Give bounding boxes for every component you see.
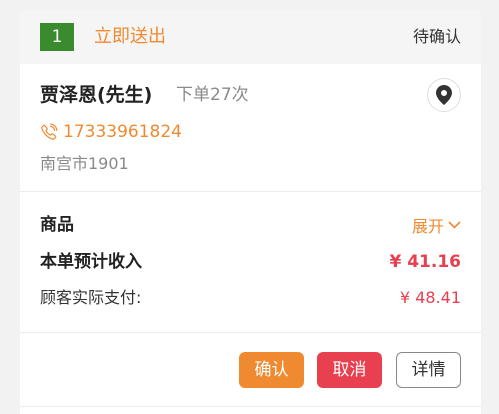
- order-status: 待确认: [412, 27, 461, 46]
- customer-address: 南宫市1901: [40, 154, 129, 173]
- detail-button[interactable]: 详情: [396, 352, 461, 388]
- phone-link[interactable]: 17333961824: [40, 118, 182, 146]
- income-value: ¥ 41.16: [389, 252, 461, 272]
- customer-order-count: 下单27次: [176, 85, 249, 105]
- chevron-down-icon: [448, 221, 461, 229]
- phone-number: 17333961824: [63, 122, 182, 142]
- expand-label: 展开: [411, 217, 444, 236]
- location-button[interactable]: [427, 78, 461, 112]
- confirm-button[interactable]: 确认: [239, 352, 304, 388]
- income-label: 本单预计收入: [40, 252, 142, 272]
- cancel-button[interactable]: 取消: [317, 352, 382, 388]
- order-card: 1 立即送出 待确认 贾泽恩(先生) 下单27次 17333961824 南宫市…: [20, 10, 481, 414]
- expand-goods-button[interactable]: 展开: [412, 211, 461, 239]
- location-pin-icon: [436, 85, 452, 105]
- paid-label: 顾客实际支付:: [40, 288, 142, 307]
- order-header: 1 立即送出 待确认: [20, 10, 481, 64]
- phone-icon: [40, 123, 58, 141]
- goods-label: 商品: [40, 215, 74, 235]
- order-number-badge: 1: [40, 23, 74, 51]
- delivery-tag: 立即送出: [94, 26, 166, 47]
- customer-name: 贾泽恩(先生): [40, 84, 153, 106]
- divider: [20, 332, 481, 333]
- paid-value: ¥ 48.41: [399, 288, 461, 307]
- divider: [20, 191, 481, 192]
- divider: [20, 406, 481, 407]
